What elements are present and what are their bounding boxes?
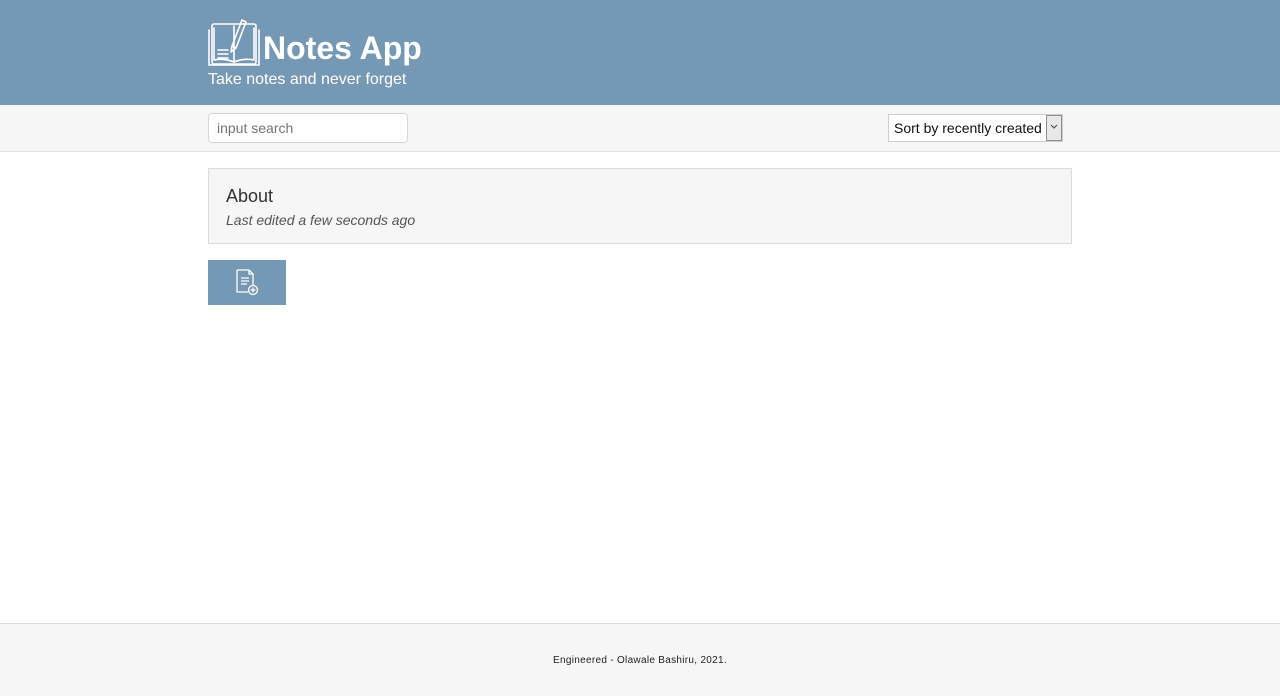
footer-credit: Engineered - Olawale Bashiru, 2021.	[553, 655, 727, 666]
add-note-button[interactable]	[208, 260, 286, 305]
footer: Engineered - Olawale Bashiru, 2021.	[0, 623, 1280, 696]
app-title: Notes App	[263, 30, 422, 66]
toolbar: Sort by recently created	[0, 105, 1280, 152]
note-card[interactable]: About Last edited a few seconds ago	[208, 168, 1072, 244]
app-header: Notes App Take notes and never forget	[0, 0, 1280, 105]
search-input[interactable]	[208, 113, 408, 143]
document-add-icon	[236, 269, 259, 296]
app-subtitle: Take notes and never forget	[208, 71, 407, 88]
sort-select[interactable]: Sort by recently created	[888, 114, 1063, 142]
note-last-edited: Last edited a few seconds ago	[226, 212, 416, 228]
title-row: Notes App	[208, 14, 422, 68]
notebook-pen-icon	[208, 19, 260, 66]
chevron-down-icon[interactable]	[1046, 115, 1062, 141]
note-title: About	[226, 186, 274, 206]
sort-selected-label: Sort by recently created	[894, 120, 1042, 136]
header-branding: Notes App Take notes and never forget	[208, 14, 422, 90]
